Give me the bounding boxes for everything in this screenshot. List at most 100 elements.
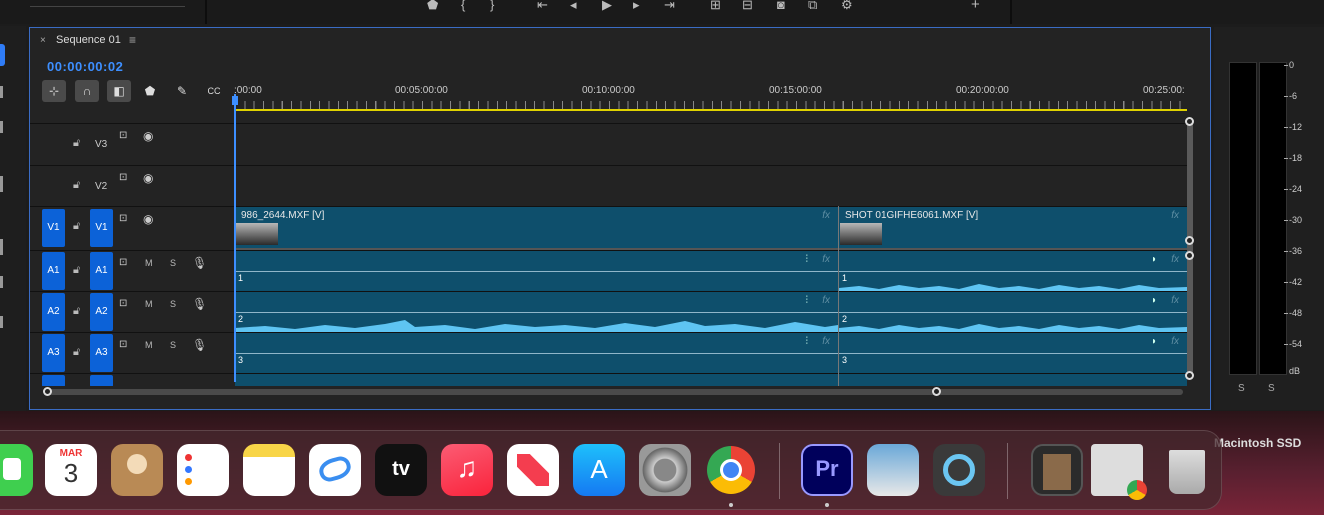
timeline-settings-wrench-icon[interactable]: ✎	[170, 80, 194, 102]
lane-a2[interactable]: 2 fx ⫶ 2 fx ◗	[235, 291, 1187, 332]
audio-clip[interactable]	[235, 374, 838, 386]
button-editor-plus-icon[interactable]: +	[971, 0, 980, 12]
hand-tool-icon[interactable]	[0, 316, 3, 328]
audio-clip[interactable]: 3 fx ◗	[839, 333, 1187, 373]
premiere-pro-icon[interactable]: Pr	[801, 444, 853, 496]
microphone-icon[interactable]: 🎙︎	[192, 338, 207, 352]
desktop-drive-label[interactable]: Macintosh SSD	[1214, 436, 1301, 450]
track-target-a2[interactable]: A2	[90, 293, 113, 331]
track-select-tool-icon[interactable]	[0, 86, 3, 98]
lane-v1[interactable]: 986_2644.MXF [V] fx SHOT 01GIFHE6061.MXF…	[235, 206, 1187, 248]
downloads-stack-icon[interactable]	[1091, 444, 1147, 500]
scroll-handle-bottom[interactable]	[1185, 236, 1194, 245]
toggle-sync-lock-icon[interactable]: ⊡	[119, 213, 127, 224]
notes-icon[interactable]	[243, 444, 295, 496]
playhead-handle[interactable]	[232, 96, 238, 105]
track-target-a3[interactable]: A3	[90, 334, 113, 372]
go-to-out-icon[interactable]: ⇥	[664, 0, 675, 11]
playhead-line[interactable]	[234, 94, 236, 382]
lock-icon[interactable]: 🔓︎	[73, 346, 80, 359]
solo-button[interactable]: S	[170, 340, 176, 350]
close-tab-icon[interactable]: ×	[40, 35, 46, 46]
razor-tool-icon[interactable]	[0, 176, 3, 192]
snap-magnet-icon[interactable]: ∩	[75, 80, 99, 102]
extract-icon[interactable]: ⊟	[742, 0, 753, 11]
volume-rubber-band[interactable]	[839, 271, 1187, 272]
system-settings-icon[interactable]	[639, 444, 691, 496]
captions-icon[interactable]: CC	[202, 80, 226, 102]
track-header-v2[interactable]: 🔓︎ V2 ⊡ ◉	[30, 165, 235, 206]
add-marker-icon[interactable]: ⬟	[138, 80, 162, 102]
linked-selection-icon[interactable]: ◧	[107, 80, 131, 102]
source-patch-a1[interactable]: A1	[42, 252, 65, 290]
source-patch-a2[interactable]: A2	[42, 293, 65, 331]
lane-a1[interactable]: 1 fx ⫶ 1 fx ◗	[235, 250, 1187, 291]
scroll-handle-top[interactable]	[1185, 251, 1194, 260]
source-patch-v1[interactable]: V1	[42, 209, 65, 247]
track-target-v1[interactable]: V1	[90, 209, 113, 247]
zoom-handle-right[interactable]	[932, 387, 941, 396]
freeform-icon[interactable]	[309, 444, 361, 496]
selection-tool-icon[interactable]	[0, 44, 5, 66]
lane-a4-partial[interactable]	[235, 373, 1187, 386]
scroll-handle-bottom[interactable]	[1185, 371, 1194, 380]
proxy-toggle-icon[interactable]: ⚙	[841, 0, 853, 11]
mute-button[interactable]: M	[145, 258, 153, 268]
track-header-a2[interactable]: A2 🔓︎ A2 ⊡ M S 🎙︎	[30, 291, 235, 332]
app-store-icon[interactable]: A	[573, 444, 625, 496]
solo-right-button[interactable]: S	[1268, 383, 1275, 394]
mark-out-icon[interactable]: }	[490, 0, 494, 11]
toggle-sync-lock-icon[interactable]: ⊡	[119, 257, 127, 268]
work-area-bar[interactable]	[235, 109, 1187, 111]
trash-icon[interactable]	[1161, 444, 1213, 496]
volume-rubber-band[interactable]	[839, 353, 1187, 354]
music-icon[interactable]: ♫	[441, 444, 493, 496]
horizontal-zoom-scrollbar[interactable]	[47, 389, 1183, 395]
play-icon[interactable]: ▶	[602, 0, 612, 11]
volume-rubber-band[interactable]	[235, 271, 838, 272]
comparison-view-icon[interactable]: ⧉	[808, 0, 817, 11]
solo-left-button[interactable]: S	[1238, 383, 1245, 394]
chrome-icon[interactable]	[705, 444, 757, 496]
eye-icon[interactable]: ◉	[143, 129, 153, 143]
lock-icon[interactable]: 🔓︎	[73, 264, 80, 277]
solo-button[interactable]: S	[170, 299, 176, 309]
lane-v3[interactable]	[235, 123, 1187, 165]
lock-icon[interactable]: 🔓︎	[73, 179, 80, 192]
volume-rubber-band[interactable]	[235, 312, 838, 313]
toggle-sync-lock-icon[interactable]: ⊡	[119, 172, 127, 183]
video-clip[interactable]: 986_2644.MXF [V] fx	[235, 207, 838, 248]
lift-icon[interactable]: ⊞	[710, 0, 721, 11]
preview-icon[interactable]	[867, 444, 919, 496]
track-header-a1[interactable]: A1 🔓︎ A1 ⊡ M S 🎙︎	[30, 250, 235, 291]
panel-menu-icon[interactable]: ≡	[129, 33, 136, 47]
playhead-timecode[interactable]: 00:00:00:02	[47, 59, 123, 74]
vertical-scrollbar[interactable]	[1187, 120, 1193, 378]
eye-icon[interactable]: ◉	[143, 171, 153, 185]
go-to-in-icon[interactable]: ⇤	[537, 0, 548, 11]
microphone-icon[interactable]: 🎙︎	[192, 297, 207, 311]
track-header-a3[interactable]: A3 🔓︎ A3 ⊡ M S 🎙︎	[30, 332, 235, 373]
step-forward-icon[interactable]: ▸	[633, 0, 640, 11]
eye-icon[interactable]: ◉	[143, 212, 153, 226]
slip-tool-icon[interactable]	[0, 239, 3, 255]
mute-button[interactable]: M	[145, 299, 153, 309]
lock-icon[interactable]: 🔓︎	[73, 137, 80, 150]
audio-clip[interactable]: 1 fx ◗	[839, 251, 1187, 291]
calendar-icon[interactable]: MAR 3	[45, 444, 97, 496]
reminders-icon[interactable]	[177, 444, 229, 496]
track-target-a1[interactable]: A1	[90, 252, 113, 290]
lock-icon[interactable]: 🔓︎	[73, 305, 80, 318]
ripple-edit-tool-icon[interactable]	[0, 121, 3, 133]
video-clip[interactable]: SHOT 01GIFHE6061.MXF [V] fx	[839, 207, 1187, 248]
add-marker-icon[interactable]: ⬟	[427, 0, 438, 11]
contacts-icon[interactable]	[111, 444, 163, 496]
scroll-handle-top[interactable]	[1185, 117, 1194, 126]
audio-clip[interactable]: 1 fx ⫶	[235, 251, 838, 291]
toggle-sync-lock-icon[interactable]: ⊡	[119, 298, 127, 309]
toggle-sync-lock-icon[interactable]: ⊡	[119, 339, 127, 350]
insert-nest-toggle-icon[interactable]: ⊹	[42, 80, 66, 102]
mark-in-icon[interactable]: {	[461, 0, 465, 11]
track-header-v1[interactable]: V1 🔓︎ V1 ⊡ ◉	[30, 206, 235, 248]
apple-tv-icon[interactable]: tv	[375, 444, 427, 496]
